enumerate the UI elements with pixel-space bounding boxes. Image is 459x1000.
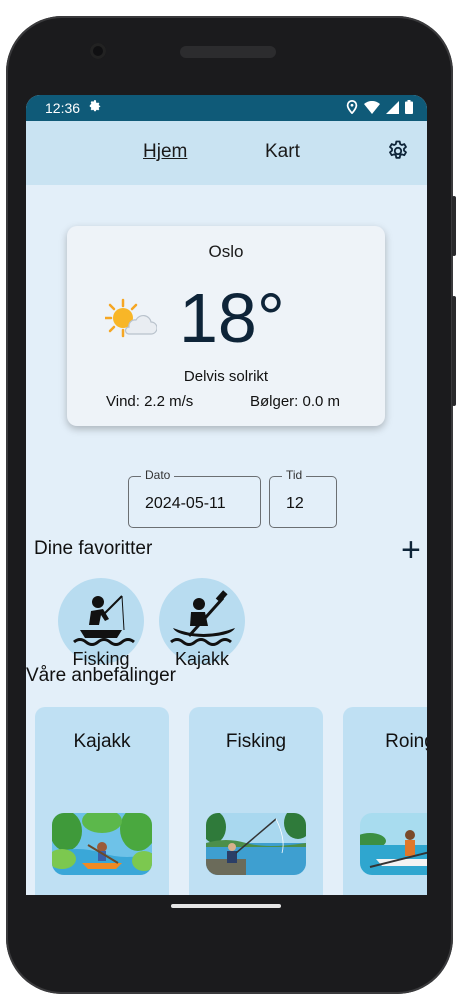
speaker-grille [180, 46, 276, 58]
settings-gear-icon[interactable] [386, 139, 410, 163]
top-nav: Hjem Kart [26, 121, 427, 185]
favorites-title: Dine favoritter [34, 538, 153, 559]
date-field-label: Dato [141, 468, 175, 482]
date-field[interactable]: Dato 2024-05-11 [128, 468, 261, 528]
camera-icon [90, 43, 106, 59]
tab-home[interactable]: Hjem [143, 141, 187, 163]
battery-icon [405, 100, 413, 114]
weather-temperature: 18° [179, 279, 285, 357]
weather-city: Oslo [208, 242, 244, 261]
wifi-icon [364, 100, 380, 114]
recommendation-label: Kajakk [73, 731, 131, 752]
power-button [452, 196, 456, 256]
kayak-illustration [52, 813, 152, 875]
rowing-illustration [360, 813, 427, 875]
weather-waves: Bølger: 0.0 m [250, 393, 341, 410]
weather-wind: Vind: 2.2 m/s [106, 393, 194, 410]
time-field-label: Tid [282, 468, 307, 482]
date-field-value[interactable]: 2024-05-11 [145, 495, 226, 513]
volume-button [452, 296, 456, 406]
recommendation-card-kayak[interactable]: Kajakk [35, 707, 169, 895]
recommendation-card-fishing[interactable]: Fisking [189, 707, 323, 895]
recommendation-label: Fisking [225, 731, 287, 752]
signal-icon [386, 100, 399, 114]
status-icons [346, 100, 413, 114]
time-field[interactable]: Tid 12 [269, 468, 337, 528]
time-field-value[interactable]: 12 [286, 495, 304, 513]
tab-map[interactable]: Kart [265, 141, 300, 163]
partly-sunny-icon [105, 298, 157, 338]
add-favorite-button[interactable]: + [401, 533, 421, 567]
recommendation-card-rowing[interactable]: Roing [343, 707, 427, 895]
app-screen: 12:36 Hjem Kart Oslo 18° Delvis solrikt … [26, 95, 427, 895]
status-time: 12:36 [45, 100, 81, 116]
fishing-illustration [206, 813, 306, 875]
recommendation-label: Roing [385, 731, 427, 752]
home-indicator[interactable] [171, 904, 281, 908]
location-icon [346, 100, 358, 114]
weather-description: Delvis solrikt [183, 368, 269, 385]
recommendations-title: Våre anbefalinger [26, 665, 176, 686]
weather-card: Oslo 18° Delvis solrikt Vind: 2.2 m/s Bø… [67, 226, 385, 426]
status-bar: 12:36 [26, 95, 427, 121]
settings-small-icon [89, 100, 101, 112]
